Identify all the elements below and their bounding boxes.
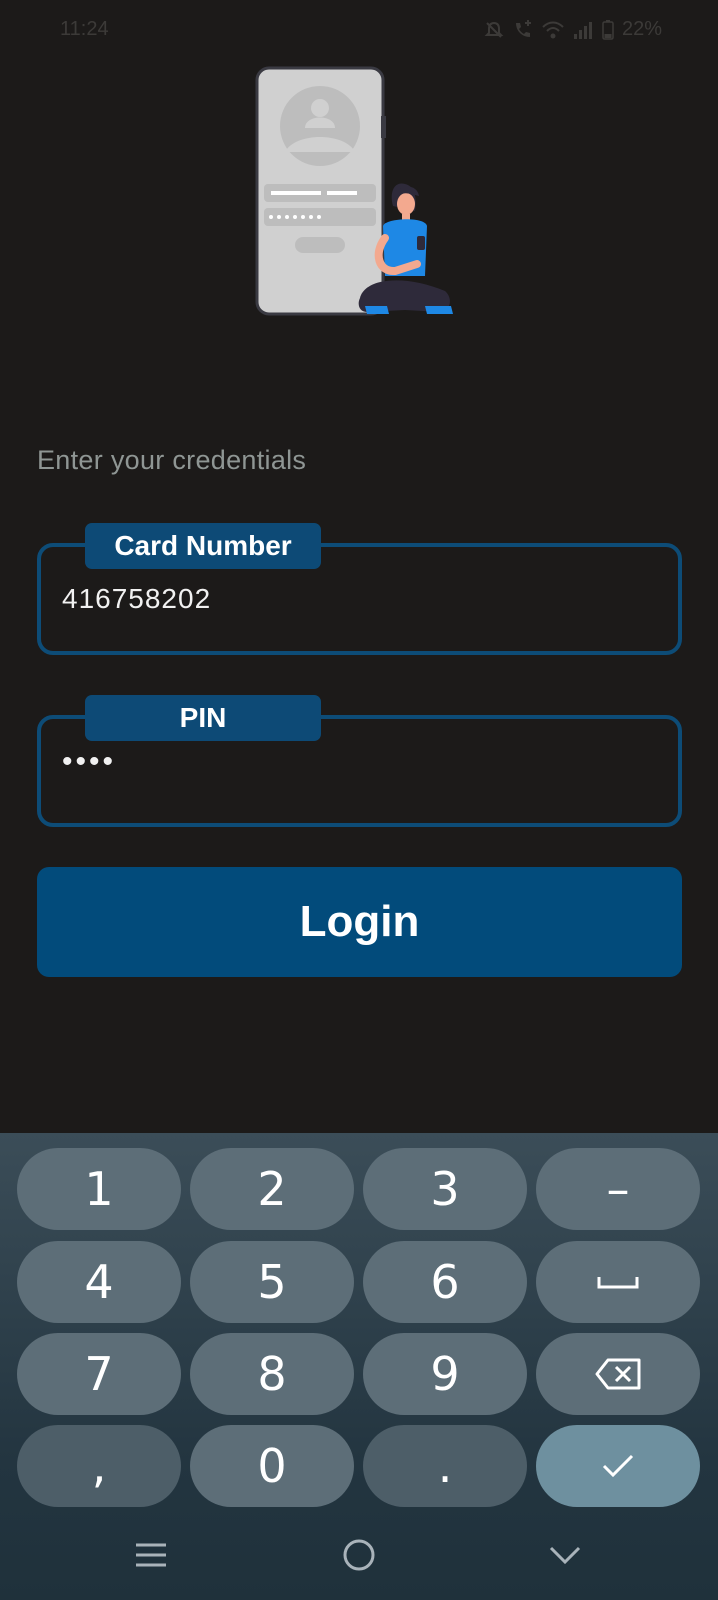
battery-percent: 22% (621, 18, 662, 40)
battery-icon (602, 19, 614, 40)
navigation-bar (0, 1510, 718, 1600)
status-icons: 22% (484, 18, 662, 41)
pin-label: PIN (85, 695, 321, 741)
pin-field[interactable]: PIN •••• (37, 695, 682, 827)
signal-icon (573, 21, 592, 39)
login-screen: 11:24 22% Enter your credentials Card Nu… (0, 0, 718, 1600)
login-button[interactable]: Login (37, 867, 682, 977)
confirm-key[interactable] (536, 1425, 700, 1507)
key-3[interactable]: 3 (363, 1148, 527, 1230)
card-number-input[interactable]: 416758202 (62, 583, 652, 615)
backspace-key[interactable] (536, 1333, 700, 1415)
key-4[interactable]: 4 (17, 1241, 181, 1323)
call-icon (515, 19, 531, 37)
menu-icon (136, 1543, 166, 1567)
key-period[interactable]: . (363, 1425, 527, 1507)
credentials-prompt: Enter your credentials (37, 445, 307, 475)
home-button[interactable] (329, 1532, 389, 1578)
key-6[interactable]: 6 (363, 1241, 527, 1323)
check-icon (602, 1454, 634, 1478)
key-8[interactable]: 8 (190, 1333, 354, 1415)
login-illustration (255, 66, 453, 316)
space-icon (597, 1277, 639, 1289)
recent-apps-button[interactable] (121, 1532, 181, 1578)
pin-input[interactable]: •••• (62, 745, 652, 779)
backspace-icon (595, 1358, 641, 1390)
key-1[interactable]: 1 (17, 1148, 181, 1230)
card-number-field[interactable]: Card Number 416758202 (37, 523, 682, 655)
space-key[interactable] (536, 1241, 700, 1323)
key-minus[interactable]: – (536, 1148, 700, 1230)
key-comma[interactable]: , (17, 1425, 181, 1507)
key-5[interactable]: 5 (190, 1241, 354, 1323)
back-icon (549, 1546, 581, 1565)
key-9[interactable]: 9 (363, 1333, 527, 1415)
wifi-icon (542, 21, 564, 38)
key-2[interactable]: 2 (190, 1148, 354, 1230)
key-7[interactable]: 7 (17, 1333, 181, 1415)
card-number-label: Card Number (85, 523, 321, 569)
status-time: 11:24 (60, 18, 109, 40)
back-button[interactable] (535, 1532, 595, 1578)
status-bar: 11:24 22% (0, 0, 718, 62)
key-0[interactable]: 0 (190, 1425, 354, 1507)
mute-icon (484, 21, 504, 38)
home-icon (343, 1539, 375, 1571)
